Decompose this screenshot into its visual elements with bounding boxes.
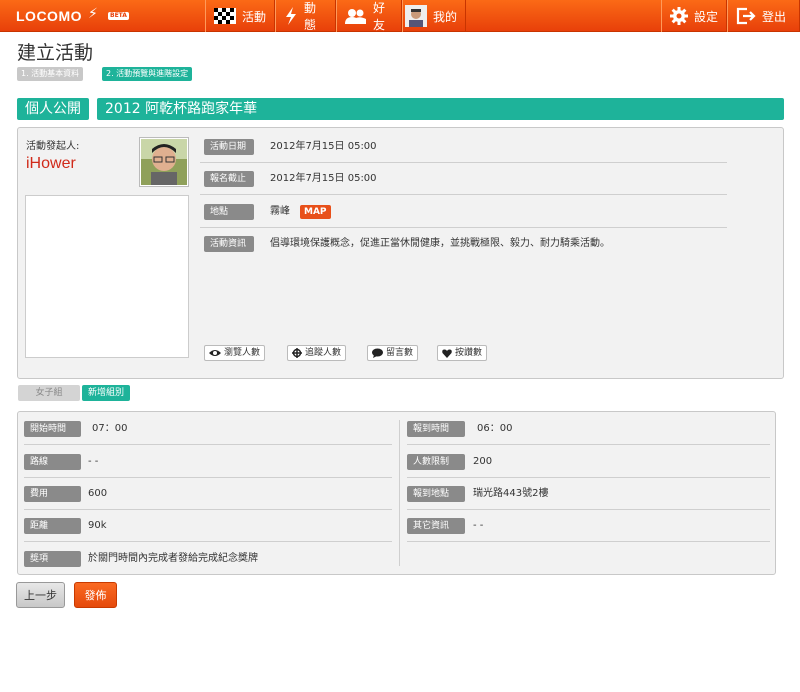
detail-label-award: 獎項	[24, 551, 81, 567]
visibility-badge: 個人公開	[17, 98, 89, 120]
comments-count[interactable]: 留言數	[367, 345, 419, 361]
info-value-description: 倡導環境保護概念，促進正當休閒健康，並挑戰極限、毅力、耐力騎乘活動。	[270, 238, 610, 249]
divider	[407, 477, 770, 478]
step-2[interactable]: 2. 活動預覽與進階設定	[102, 67, 193, 81]
detail-label-route: 路線	[24, 454, 81, 470]
friends-icon	[345, 8, 367, 24]
divider	[200, 162, 727, 163]
eye-icon	[209, 350, 221, 356]
detail-value-start: 07：00	[92, 423, 128, 434]
comments-label: 留言數	[386, 348, 414, 358]
detail-label-distance: 距離	[24, 518, 81, 534]
nav-logout[interactable]: 登出	[727, 0, 800, 32]
event-name: 2012 阿乾杯路跑家年華	[97, 98, 784, 120]
info-label-date: 活動日期	[204, 139, 254, 155]
divider	[407, 509, 770, 510]
step-1[interactable]: 1. 活動基本資料	[17, 67, 84, 81]
divider	[24, 477, 392, 478]
divider	[24, 541, 392, 542]
detail-label-checkin-time: 報到時間	[407, 421, 465, 437]
top-nav: LOCOMO ⚡ BETA 活動 動態 好友 我的 設定 登出	[0, 0, 800, 32]
nav-activities-label: 活動	[242, 9, 267, 24]
nav-news-label: 動態	[304, 1, 317, 32]
detail-value-fee: 600	[88, 488, 108, 499]
gear-icon	[670, 7, 688, 25]
nav-friends-label: 好友	[373, 1, 386, 32]
info-label-deadline: 報名截止	[204, 171, 254, 187]
detail-label-checkin-place: 報到地點	[407, 486, 465, 502]
nav-friends[interactable]: 好友	[336, 0, 402, 32]
user-avatar-icon	[405, 5, 427, 27]
nav-logout-label: 登出	[762, 9, 787, 24]
beta-badge: BETA	[108, 12, 129, 20]
follows-count[interactable]: 追蹤人數	[287, 345, 347, 361]
organizer-name[interactable]: iHower	[26, 155, 76, 173]
nav-news[interactable]: 動態	[275, 0, 336, 32]
detail-value-checkin-place: 瑞光路443號2樓	[473, 488, 549, 499]
divider	[407, 541, 770, 542]
page-title: 建立活動	[17, 42, 94, 64]
lightning-icon	[284, 7, 298, 25]
detail-value-capacity: 200	[473, 456, 493, 467]
add-group-button[interactable]: 新增組別	[82, 385, 131, 401]
prev-step-button[interactable]: 上一步	[16, 582, 65, 608]
info-value-location: 霧峰	[270, 206, 290, 217]
organizer-label: 活動發起人:	[26, 141, 80, 152]
detail-value-distance: 90k	[88, 520, 107, 531]
info-value-deadline: 2012年7月15日 05:00	[270, 173, 377, 184]
detail-value-route: - -	[88, 456, 99, 467]
info-value-date: 2012年7月15日 05:00	[270, 141, 377, 152]
map-button[interactable]: MAP	[300, 205, 331, 219]
detail-label-start: 開始時間	[24, 421, 81, 437]
nav-activities[interactable]: 活動	[205, 0, 275, 32]
divider	[24, 509, 392, 510]
group-tab-women[interactable]: 女子組	[18, 385, 80, 401]
likes-label: 按讚數	[455, 348, 483, 358]
info-label-description: 活動資訊	[204, 236, 254, 252]
heart-icon	[442, 349, 452, 358]
detail-value-checkin-time: 06：00	[477, 423, 513, 434]
views-count[interactable]: 瀏覽人數	[204, 345, 266, 361]
detail-value-award: 於關門時間內完成者發給完成紀念獎牌	[88, 553, 258, 564]
crosshair-icon	[292, 348, 302, 358]
divider	[407, 444, 770, 445]
speech-bubble-icon	[372, 348, 383, 358]
divider	[200, 227, 727, 228]
column-divider	[399, 420, 400, 566]
info-label-location: 地點	[204, 204, 254, 220]
nav-mine[interactable]: 我的	[402, 0, 466, 32]
nav-settings-label: 設定	[694, 9, 719, 24]
likes-count[interactable]: 按讚數	[437, 345, 488, 361]
logout-icon	[736, 7, 756, 25]
detail-label-other: 其它資訊	[407, 518, 465, 534]
detail-label-fee: 費用	[24, 486, 81, 502]
divider	[24, 444, 392, 445]
publish-button[interactable]: 發佈	[74, 582, 117, 608]
event-image-placeholder	[25, 195, 189, 358]
detail-value-other: - -	[473, 520, 484, 531]
organizer-avatar[interactable]	[139, 137, 189, 187]
follows-label: 追蹤人數	[305, 348, 342, 358]
nav-mine-label: 我的	[433, 9, 458, 24]
views-label: 瀏覽人數	[224, 348, 261, 358]
checker-flag-icon	[214, 8, 236, 24]
logo[interactable]: LOCOMO	[16, 8, 82, 24]
logo-runner-icon: ⚡	[88, 6, 98, 22]
nav-settings[interactable]: 設定	[661, 0, 727, 32]
divider	[200, 194, 727, 195]
detail-label-capacity: 人數限制	[407, 454, 465, 470]
